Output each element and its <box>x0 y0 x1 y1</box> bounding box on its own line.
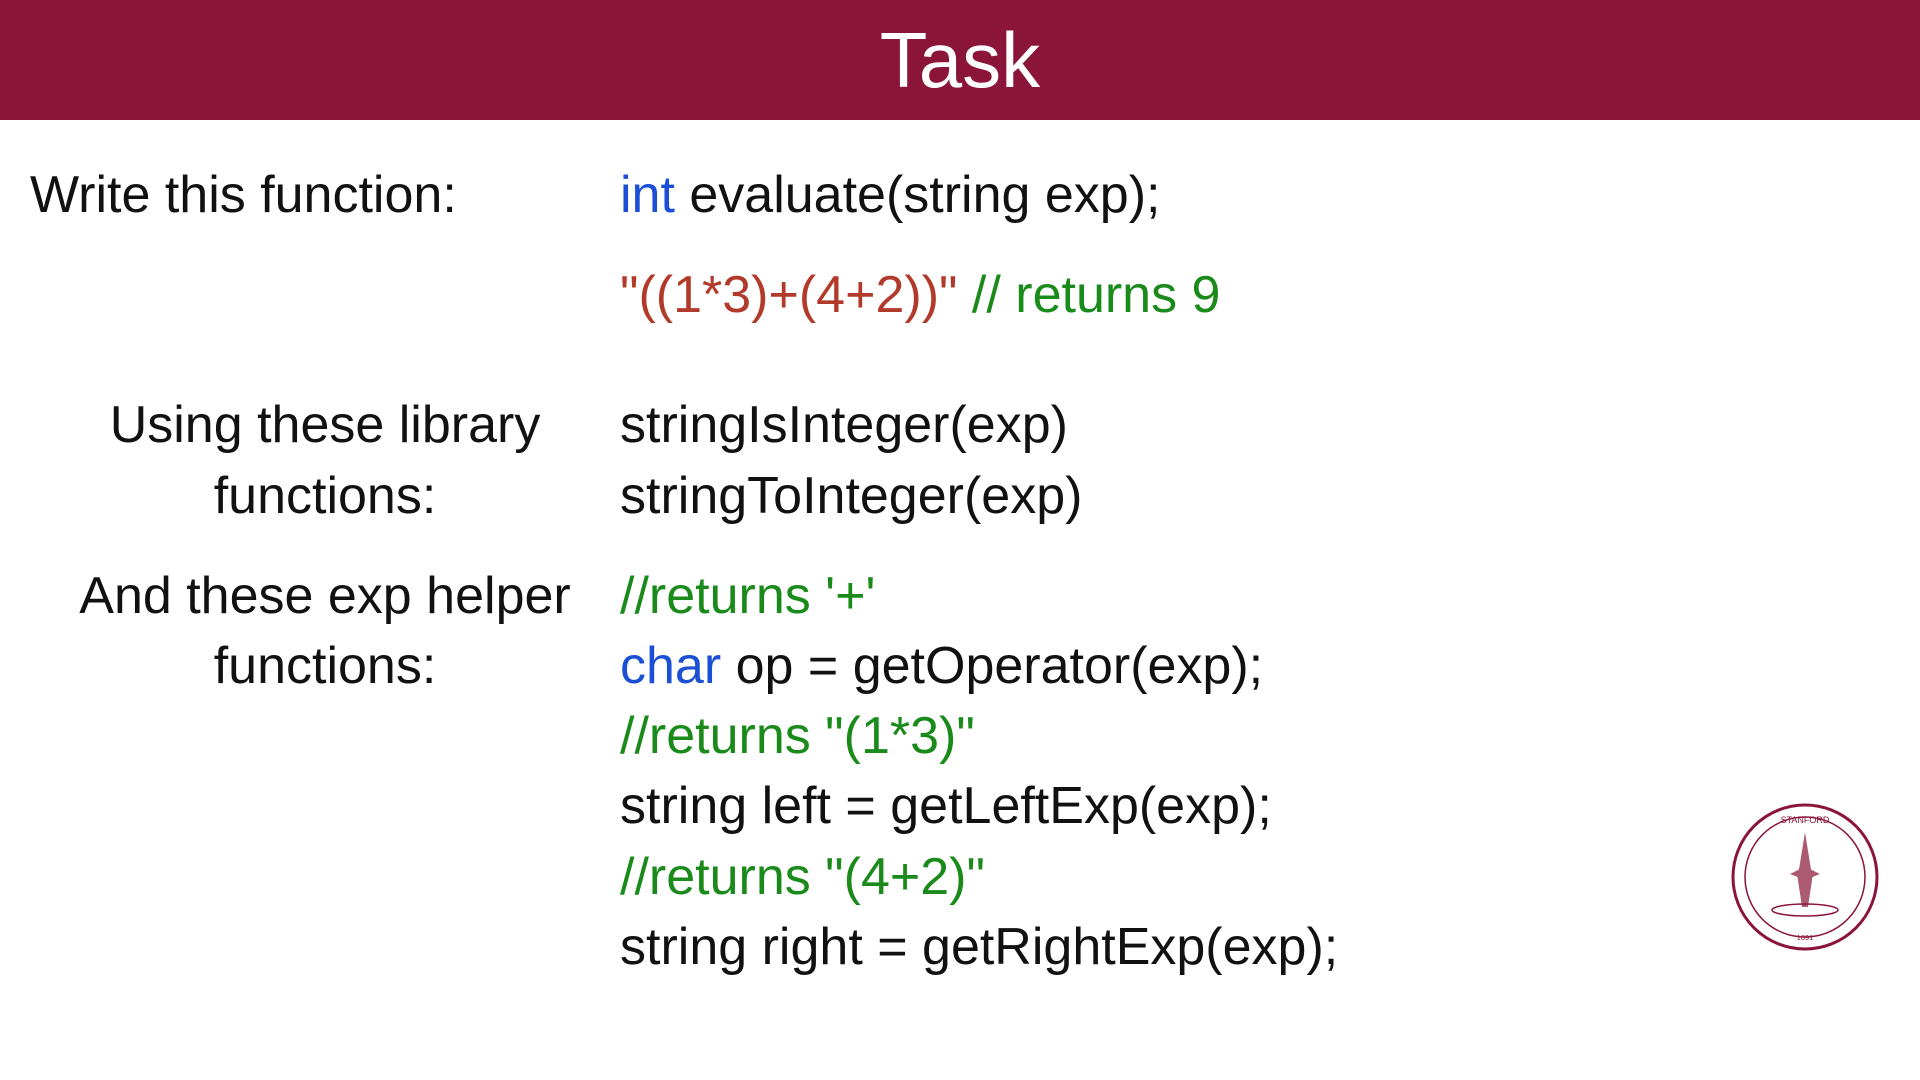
helper-line-6: string right = getRightExp(exp); <box>620 912 1890 982</box>
helper-comment-5: //returns "(4+2)" <box>620 842 1890 912</box>
label-library: Using these library functions: <box>30 390 620 530</box>
helper-line-2-rest: op = getOperator(exp); <box>721 637 1263 695</box>
row-library: Using these library functions: stringIsI… <box>30 390 1890 530</box>
signature-line: int evaluate(string exp); <box>620 160 1890 230</box>
helper-lines: //returns '+' char op = getOperator(exp)… <box>620 561 1890 982</box>
example-string: "((1*3)+(4+2))" <box>620 266 972 324</box>
keyword-int: int <box>620 166 675 224</box>
signature-rest: evaluate(string exp); <box>675 166 1161 224</box>
slide-header: Task <box>0 0 1920 120</box>
helper-line-2: char op = getOperator(exp); <box>620 631 1890 701</box>
svg-text:1891: 1891 <box>1797 933 1814 942</box>
stanford-seal-icon: STANFORD 1891 <box>1730 802 1880 952</box>
row-write-function: Write this function: int evaluate(string… <box>30 160 1890 230</box>
library-lines: stringIsInteger(exp) stringToInteger(exp… <box>620 390 1890 530</box>
lib-line-1: stringIsInteger(exp) <box>620 390 1890 460</box>
row-example: "((1*3)+(4+2))" // returns 9 <box>30 260 1890 330</box>
helper-comment-3: //returns "(1*3)" <box>620 701 1890 771</box>
svg-text:STANFORD: STANFORD <box>1781 815 1830 825</box>
lib-line-2: stringToInteger(exp) <box>620 461 1890 531</box>
helper-comment-1: //returns '+' <box>620 561 1890 631</box>
label-helpers: And these exp helper functions: <box>30 561 620 701</box>
slide-content: Write this function: int evaluate(string… <box>0 120 1920 982</box>
keyword-char: char <box>620 637 721 695</box>
example-line: "((1*3)+(4+2))" // returns 9 <box>620 260 1890 330</box>
label-write-function: Write this function: <box>30 160 620 230</box>
row-helpers: And these exp helper functions: //return… <box>30 561 1890 982</box>
slide-title: Task <box>880 15 1040 106</box>
helper-line-4: string left = getLeftExp(exp); <box>620 771 1890 841</box>
example-comment: // returns 9 <box>972 266 1221 324</box>
